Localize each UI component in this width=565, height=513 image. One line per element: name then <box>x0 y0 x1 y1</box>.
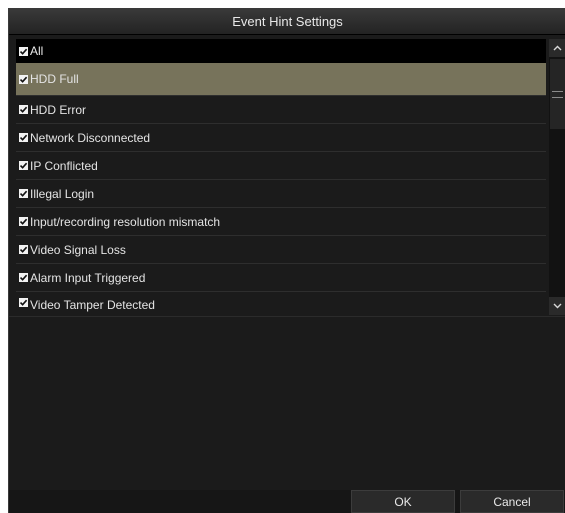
checkbox-checked-icon <box>19 106 28 113</box>
list-item-label: IP Conflicted <box>30 158 98 173</box>
list-item[interactable]: Video Signal Loss <box>16 236 546 264</box>
list-item-label: Input/recording resolution mismatch <box>30 214 221 229</box>
checkbox-checked-icon <box>19 274 28 281</box>
item-checkbox[interactable] <box>19 74 28 84</box>
list-item[interactable]: Network Disconnected <box>16 124 546 152</box>
list-item-label: Network Disconnected <box>30 130 151 145</box>
chevron-up-icon <box>553 45 562 51</box>
select-all-row[interactable]: All <box>16 39 546 63</box>
item-checkbox[interactable] <box>19 189 28 198</box>
list-item-label: HDD Error <box>30 102 86 117</box>
checkbox-checked-icon <box>19 162 28 169</box>
item-checkbox[interactable] <box>19 105 28 114</box>
item-checkbox[interactable] <box>19 298 28 307</box>
list-item[interactable]: Video Tamper Detected <box>16 292 546 314</box>
checkbox-checked-icon <box>19 218 28 225</box>
checkbox-checked-icon <box>19 76 28 83</box>
chevron-down-icon <box>553 303 562 309</box>
item-checkbox[interactable] <box>19 161 28 170</box>
checkbox-checked-icon <box>19 134 28 141</box>
list-item-label: Alarm Input Triggered <box>30 270 146 285</box>
list-item-label: Video Signal Loss <box>30 242 126 257</box>
item-checkbox[interactable] <box>19 273 28 282</box>
ok-button[interactable]: OK <box>351 490 455 513</box>
dialog-footer: OK Cancel <box>9 490 565 513</box>
checkbox-checked-icon <box>19 299 28 306</box>
list-scrollbar[interactable] <box>549 39 565 315</box>
list-item-label: Illegal Login <box>30 186 95 201</box>
checkbox-checked-icon <box>19 48 28 55</box>
dialog-title: Event Hint Settings <box>9 8 565 35</box>
list-item-label: Video Tamper Detected <box>30 298 155 312</box>
cancel-button[interactable]: Cancel <box>460 490 564 513</box>
scroll-down-button[interactable] <box>549 297 565 315</box>
list-item[interactable]: Input/recording resolution mismatch <box>16 208 546 236</box>
list-item[interactable]: Alarm Input Triggered <box>16 264 546 292</box>
item-checkbox[interactable] <box>19 245 28 254</box>
scroll-thumb[interactable] <box>550 59 565 129</box>
item-checkbox[interactable] <box>19 217 28 226</box>
empty-panel <box>9 316 565 490</box>
item-checkbox[interactable] <box>19 133 28 142</box>
select-all-checkbox[interactable] <box>19 46 28 56</box>
scroll-up-button[interactable] <box>549 39 565 57</box>
event-hint-settings-dialog: Event Hint Settings All HDD Full HDD Err… <box>8 8 565 513</box>
list-item[interactable]: HDD Full <box>16 63 546 96</box>
list-item-label: HDD Full <box>30 72 79 86</box>
checkbox-checked-icon <box>19 190 28 197</box>
event-list: HDD Full HDD Error Network Disconnected … <box>16 63 546 314</box>
list-item[interactable]: HDD Error <box>16 96 546 124</box>
scroll-grip-icon <box>552 90 563 98</box>
select-all-label: All <box>30 44 44 58</box>
list-item[interactable]: Illegal Login <box>16 180 546 208</box>
list-item[interactable]: IP Conflicted <box>16 152 546 180</box>
checkbox-checked-icon <box>19 246 28 253</box>
